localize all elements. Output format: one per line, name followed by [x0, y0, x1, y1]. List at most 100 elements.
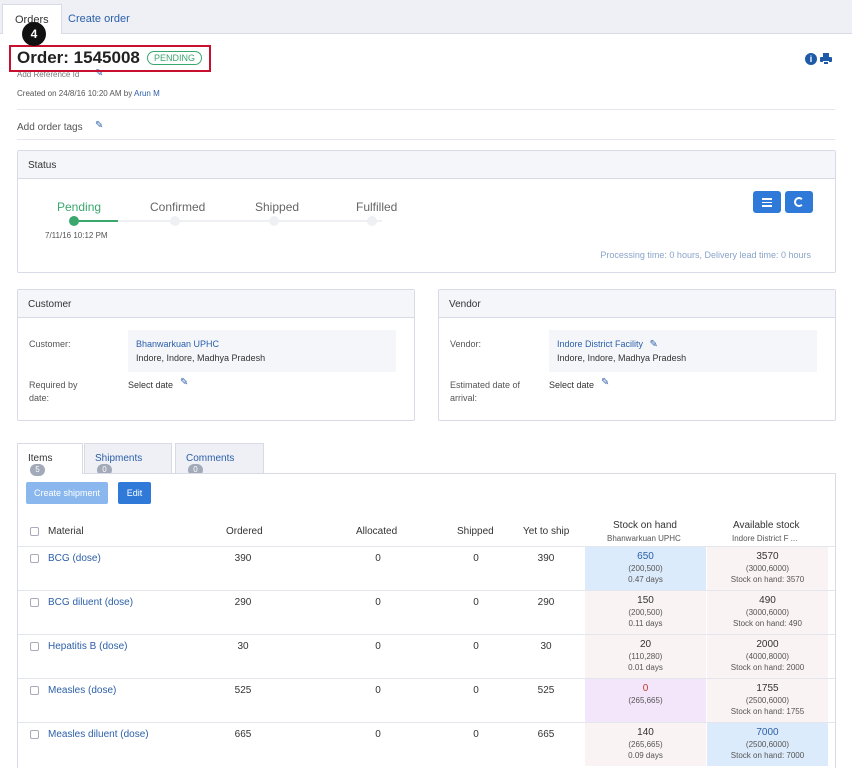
tab-shipments[interactable]: Shipments 0	[84, 443, 172, 476]
refresh-button[interactable]	[785, 191, 813, 213]
row-checkbox[interactable]	[30, 598, 39, 607]
edit-tags-icon[interactable]: ✎	[95, 121, 104, 131]
material-link[interactable]: BCG (dose)	[48, 553, 101, 564]
customer-label: Customer:	[29, 339, 71, 349]
stock-on-hand-value: 0	[642, 683, 649, 694]
print-icon[interactable]	[820, 53, 832, 65]
add-order-tags-label[interactable]: Add order tags	[17, 122, 83, 133]
tab-create-order[interactable]: Create order	[56, 4, 142, 35]
ordered-value: 30	[237, 641, 249, 652]
create-shipment-button[interactable]: Create shipment	[26, 482, 108, 504]
menu-button[interactable]	[753, 191, 781, 213]
step-confirmed: Confirmed	[150, 200, 206, 214]
arrival-label: Estimated date of	[450, 380, 521, 390]
row-checkbox[interactable]	[30, 554, 39, 563]
available-stock-range: (2500,6000)	[745, 740, 790, 749]
vendor-panel: Vendor Vendor: Indore District Facility …	[438, 289, 836, 421]
customer-name-link[interactable]: Bhanwarkuan UPHC	[136, 337, 388, 351]
stock-on-hand-range: (200,500)	[628, 608, 663, 617]
row-checkbox[interactable]	[30, 686, 39, 695]
ordered-value: 290	[234, 597, 252, 608]
edit-date-icon[interactable]: ✎	[601, 378, 610, 388]
allocated-value: 0	[375, 641, 381, 652]
tab-comments-label: Comments	[186, 453, 235, 464]
order-status-badge: PENDING	[147, 51, 203, 65]
customer-address-box: Bhanwarkuan UPHC Indore, Indore, Madhya …	[128, 330, 396, 372]
stock-on-hand-cell: 150 (200,500) 0.11 days	[585, 591, 706, 634]
progress-line-done	[78, 220, 118, 222]
step-dot-fulfilled	[367, 216, 377, 226]
stock-on-hand-range: (200,500)	[628, 564, 663, 573]
required-by-label-2: date:	[29, 393, 50, 403]
stock-on-hand-days: 0.01 days	[628, 663, 663, 672]
yet-to-ship-value: 665	[537, 729, 555, 740]
stock-on-hand-cell: 0 (265,665)	[585, 679, 706, 722]
created-by-link[interactable]: Arun M	[134, 89, 160, 98]
stock-on-hand-value: 650	[637, 551, 654, 562]
available-stock-cell: 7000 (2500,6000) Stock on hand: 7000	[707, 723, 828, 766]
material-link[interactable]: Hepatitis B (dose)	[48, 641, 127, 652]
step-dot-pending	[69, 216, 79, 226]
yet-to-ship-value: 525	[537, 685, 555, 696]
col-stock-on-hand-sub: Bhanwarkuan UPHC	[607, 534, 681, 543]
col-available-stock: Available stock	[733, 520, 800, 531]
edit-vendor-icon[interactable]: ✎	[650, 340, 659, 350]
status-panel-title: Status	[18, 151, 835, 179]
stock-on-hand-cell: 20 (110,280) 0.01 days	[585, 635, 706, 678]
available-stock-value: 3570	[756, 551, 779, 562]
vendor-name-link[interactable]: Indore District Facility	[557, 339, 643, 349]
created-info: Created on 24/8/16 10:20 AM by Arun M	[17, 89, 160, 98]
vendor-address: Indore, Indore, Madhya Pradesh	[557, 353, 687, 363]
allocated-value: 0	[375, 685, 381, 696]
required-by-label: Required by	[29, 380, 78, 390]
progress-line	[82, 220, 382, 222]
available-stock-on-hand: Stock on hand: 3570	[730, 575, 805, 584]
allocated-value: 0	[375, 729, 381, 740]
tab-items[interactable]: Items 5	[17, 443, 83, 476]
available-stock-cell: 490 (3000,6000) Stock on hand: 490	[707, 591, 828, 634]
required-by-date[interactable]: Select date	[128, 380, 173, 390]
arrival-label-2: arrival:	[450, 393, 478, 403]
tab-comments[interactable]: Comments 0	[175, 443, 264, 476]
available-stock-on-hand: Stock on hand: 1755	[730, 707, 805, 716]
row-checkbox[interactable]	[30, 642, 39, 651]
available-stock-value: 490	[759, 595, 776, 606]
select-all-checkbox[interactable]	[30, 527, 39, 536]
customer-address: Indore, Indore, Madhya Pradesh	[136, 353, 266, 363]
material-link[interactable]: Measles (dose)	[48, 685, 116, 696]
stock-on-hand-cell: 650 (200,500) 0.47 days	[585, 547, 706, 590]
step-shipped: Shipped	[255, 200, 300, 214]
tab-items-label: Items	[28, 453, 53, 464]
available-stock-range: (2500,6000)	[745, 696, 790, 705]
material-link[interactable]: Measles diluent (dose)	[48, 729, 149, 740]
material-link[interactable]: BCG diluent (dose)	[48, 597, 133, 608]
available-stock-on-hand: Stock on hand: 490	[733, 619, 802, 628]
yet-to-ship-value: 290	[537, 597, 555, 608]
stock-on-hand-range: (110,280)	[628, 652, 663, 661]
step-dot-shipped	[269, 216, 279, 226]
stock-on-hand-days: 0.47 days	[628, 575, 663, 584]
available-stock-value: 2000	[756, 639, 779, 650]
divider	[17, 109, 835, 110]
row-checkbox[interactable]	[30, 730, 39, 739]
stock-on-hand-days: 0.11 days	[628, 619, 663, 628]
col-allocated: Allocated	[356, 526, 398, 537]
available-stock-range: (4000,8000)	[745, 652, 790, 661]
stock-on-hand-value: 140	[637, 727, 654, 738]
available-stock-range: (3000,6000)	[745, 608, 790, 617]
edit-button[interactable]: Edit	[118, 482, 151, 504]
vendor-panel-title: Vendor	[439, 290, 835, 318]
info-icon[interactable]: i	[805, 53, 817, 65]
items-panel: Create shipment Edit Material Ordered Al…	[17, 473, 836, 768]
available-stock-value: 1755	[756, 683, 779, 694]
order-title: Order: 1545008	[17, 48, 140, 67]
step-pending: Pending	[57, 200, 102, 214]
allocated-value: 0	[375, 597, 381, 608]
divider	[17, 139, 835, 140]
arrival-date[interactable]: Select date	[549, 380, 594, 390]
vendor-label: Vendor:	[450, 339, 482, 349]
available-stock-value: 7000	[756, 727, 779, 738]
edit-date-icon[interactable]: ✎	[180, 378, 189, 388]
col-ordered: Ordered	[226, 526, 263, 537]
top-tab-bar: Orders Create order	[0, 0, 852, 35]
